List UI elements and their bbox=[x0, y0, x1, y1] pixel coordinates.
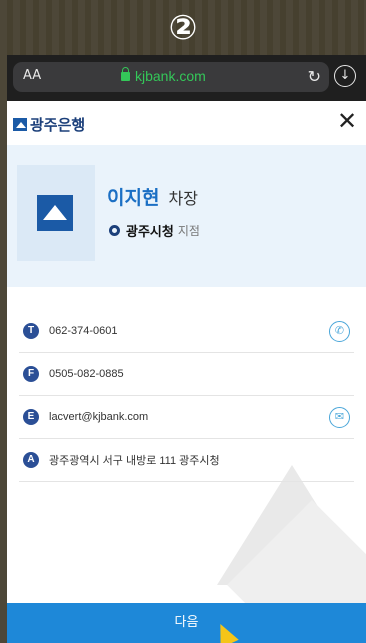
text-size-button[interactable]: AA bbox=[23, 68, 41, 83]
lock-icon bbox=[121, 67, 130, 81]
contact-row-email: E lacvert@kjbank.com ✉ bbox=[19, 396, 354, 439]
email-badge-icon: E bbox=[23, 409, 39, 425]
url-text[interactable]: kjbank.com bbox=[135, 68, 206, 84]
email-address: lacvert@kjbank.com bbox=[49, 411, 149, 423]
call-icon[interactable]: ✆ bbox=[329, 321, 350, 342]
branch-line: 광주시청 지점 bbox=[109, 221, 200, 240]
logo-mark-icon bbox=[13, 118, 27, 131]
name-line: 이지현 차장 bbox=[107, 183, 198, 210]
person-name: 이지현 bbox=[107, 187, 160, 209]
person-title: 차장 bbox=[168, 189, 198, 208]
address-badge-icon: A bbox=[23, 452, 39, 468]
reload-icon[interactable]: ↻ bbox=[308, 67, 321, 86]
fax-badge-icon: F bbox=[23, 366, 39, 382]
phone-badge-icon: T bbox=[23, 323, 39, 339]
bank-logo: 광주은행 bbox=[13, 114, 85, 135]
bank-logo-icon bbox=[37, 195, 73, 231]
profile-card: 이지현 차장 광주시청 지점 bbox=[7, 145, 366, 287]
download-icon[interactable]: ↓ bbox=[334, 65, 356, 87]
next-button[interactable]: 다음 bbox=[7, 603, 366, 643]
fax-number: 0505-082-0885 bbox=[49, 368, 124, 380]
contact-list: T 062-374-0601 ✆ F 0505-082-0885 E lacve… bbox=[19, 310, 354, 482]
contact-row-phone: T 062-374-0601 ✆ bbox=[19, 310, 354, 353]
phone-number: 062-374-0601 bbox=[49, 325, 118, 337]
close-icon[interactable]: ✕ bbox=[337, 109, 357, 133]
mail-icon[interactable]: ✉ bbox=[329, 407, 350, 428]
browser-bar: AA kjbank.com ↻ ↓ bbox=[7, 55, 366, 101]
app-header: 광주은행 ✕ bbox=[7, 101, 366, 145]
logo-text: 광주은행 bbox=[30, 116, 86, 134]
branch-suffix: 지점 bbox=[177, 224, 200, 238]
phone-screen: AA kjbank.com ↻ ↓ 광주은행 ✕ 이지현 차장 광주시청 지점 bbox=[7, 55, 366, 643]
branch-name: 광주시청 bbox=[126, 225, 174, 240]
contact-row-address: A 광주광역시 서구 내방로 111 광주시청 bbox=[19, 439, 354, 482]
step-badge: ② bbox=[168, 8, 198, 48]
address-bar[interactable]: AA kjbank.com ↻ bbox=[13, 62, 329, 92]
address-text: 광주광역시 서구 내방로 111 광주시청 bbox=[49, 455, 220, 467]
contact-row-fax: F 0505-082-0885 bbox=[19, 353, 354, 396]
profile-photo bbox=[17, 165, 95, 261]
location-pin-icon bbox=[109, 225, 120, 236]
